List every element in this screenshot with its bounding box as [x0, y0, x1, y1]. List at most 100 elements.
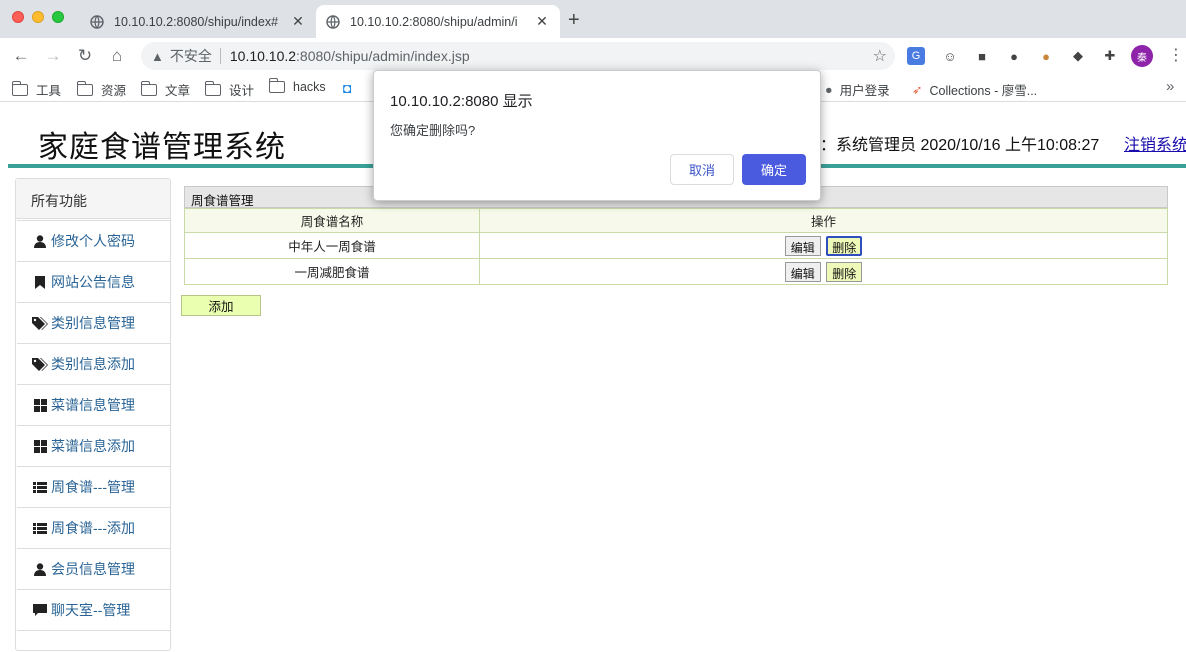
sidebar-heading: 所有功能: [16, 179, 170, 219]
user-icon: [32, 562, 48, 576]
sidebar: 所有功能 修改个人密码 网站公告信息 类别信息管理 类别信息添加 菜谱信息管理 …: [15, 178, 171, 651]
tab-admin[interactable]: 10.10.10.2:8080/shipu/admin/i ✕: [316, 5, 560, 38]
url-path: :8080/shipu/admin/index.jsp: [296, 48, 470, 64]
bookmark-folder[interactable]: hacks: [268, 78, 326, 94]
delete-button[interactable]: 删除: [826, 261, 863, 282]
column-header: 操作: [479, 208, 1168, 233]
tab-index[interactable]: 10.10.10.2:8080/shipu/index# ✕: [80, 5, 316, 38]
puzzle-extensions-icon[interactable]: ✚: [1101, 47, 1119, 65]
page-title: 家庭食谱管理系统: [38, 130, 286, 165]
folder-icon: [204, 80, 221, 96]
bookmark-folder[interactable]: 资源: [76, 80, 126, 99]
sidebar-item-label: 类别信息添加: [51, 356, 135, 372]
tab-title: 10.10.10.2:8080/shipu/admin/i: [350, 14, 518, 29]
user-info: ：系统管理员 2020/10/16 上午10:08:27: [820, 137, 1100, 154]
sidebar-item-member-manage[interactable]: 会员信息管理: [17, 548, 170, 589]
folder-icon: [76, 80, 93, 96]
column-header: 周食谱名称: [184, 208, 480, 233]
table-row: 一周减肥食谱 编辑 删除: [184, 258, 1168, 285]
sidebar-item-category-add[interactable]: 类别信息添加: [17, 343, 170, 384]
sidebar-item-label: 周食谱---添加: [51, 520, 135, 536]
tampermonkey-extension-icon[interactable]: ■: [973, 47, 991, 65]
sidebar-item-label: 修改个人密码: [51, 233, 135, 249]
window-close-button[interactable]: [12, 11, 24, 23]
confirm-button[interactable]: 确定: [742, 154, 806, 185]
logout-link[interactable]: 注销系统: [1124, 131, 1186, 155]
window-zoom-button[interactable]: [52, 11, 64, 23]
menu-kebab-icon[interactable]: ⋮: [1168, 45, 1184, 65]
globe-icon: [326, 14, 340, 29]
sidebar-item-weekly-manage[interactable]: 周食谱---管理: [17, 466, 170, 507]
bookmark-icon: [32, 275, 48, 289]
sidebar-item-recipe-add[interactable]: 菜谱信息添加: [17, 425, 170, 466]
recipe-name-cell: 一周减肥食谱: [184, 258, 480, 285]
tags-icon: [32, 357, 48, 371]
weekly-recipe-table: 周食谱名称 操作 中年人一周食谱 编辑 删除 一周减肥食谱 编辑 删除: [184, 208, 1168, 285]
back-icon[interactable]: ←: [11, 46, 31, 66]
cat-extension-icon[interactable]: ☺: [941, 47, 959, 65]
sidebar-item-label: 会员信息管理: [51, 561, 135, 577]
folder-icon: [140, 80, 157, 96]
folder-icon: [11, 80, 28, 96]
add-button[interactable]: 添加: [181, 295, 261, 316]
url-host: 10.10.10.2: [229, 48, 297, 64]
dialog-title: 10.10.10.2:8080 显示: [390, 93, 533, 110]
browser-toolbar: ← → ↻ ⌂ ▲ 不安全 10.10.10.2:8080/shipu/admi…: [0, 38, 1186, 74]
reload-icon[interactable]: ↻: [75, 46, 95, 66]
sidebar-item-label: 网站公告信息: [51, 274, 135, 290]
sidebar-item-recipe-manage[interactable]: 菜谱信息管理: [17, 384, 170, 425]
globe-icon: ●: [825, 82, 833, 97]
bookmark-folder[interactable]: 工具: [11, 80, 61, 99]
bookmark-link[interactable]: ● 用户登录: [825, 80, 890, 99]
tab-strip: 10.10.10.2:8080/shipu/index# ✕ 10.10.10.…: [0, 0, 1186, 38]
rocket-icon: ➶: [912, 83, 923, 97]
bookmark-star-icon[interactable]: ☆: [873, 46, 887, 66]
actions-cell: 编辑 删除: [479, 232, 1168, 259]
sidebar-item-label: 类别信息管理: [51, 315, 135, 331]
warning-icon[interactable]: ▲: [151, 49, 164, 64]
bookmark-folder[interactable]: 设计: [204, 80, 254, 99]
edit-button[interactable]: 编辑: [784, 261, 821, 282]
sidebar-divider: [17, 630, 170, 631]
sidebar-item-change-password[interactable]: 修改个人密码: [17, 220, 170, 261]
table-header-row: 周食谱名称 操作: [184, 208, 1168, 233]
window-minimize-button[interactable]: [32, 11, 44, 23]
sidebar-item-label: 周食谱---管理: [51, 479, 135, 495]
th-large-icon: [32, 398, 48, 412]
edit-button[interactable]: 编辑: [784, 235, 821, 256]
tags-icon: [32, 316, 48, 330]
sidebar-item-chatroom-manage[interactable]: 聊天室--管理: [17, 589, 170, 630]
tab-close-icon[interactable]: ✕: [290, 13, 306, 30]
th-large-icon: [32, 439, 48, 453]
new-tab-icon[interactable]: +: [568, 9, 580, 32]
insecure-label: 不安全: [169, 48, 212, 64]
address-bar[interactable]: ▲ 不安全 10.10.10.2:8080/shipu/admin/index.…: [141, 42, 895, 70]
table-row: 中年人一周食谱 编辑 删除: [184, 232, 1168, 259]
sidebar-item-announcements[interactable]: 网站公告信息: [17, 261, 170, 302]
delete-button[interactable]: 删除: [826, 235, 863, 256]
sidebar-item-label: 菜谱信息管理: [51, 397, 135, 413]
cube-extension-icon[interactable]: ◆: [1069, 47, 1087, 65]
th-list-icon: [32, 522, 48, 534]
tab-close-icon[interactable]: ✕: [534, 13, 550, 30]
sidebar-item-category-manage[interactable]: 类别信息管理: [17, 302, 170, 343]
cancel-button[interactable]: 取消: [670, 154, 734, 185]
dialog-message: 您确定删除吗?: [390, 123, 476, 138]
more-bookmarks-icon[interactable]: »: [1166, 78, 1174, 95]
home-icon[interactable]: ⌂: [107, 46, 127, 66]
divider: [219, 48, 221, 64]
folder-icon: [268, 78, 285, 93]
bookmark-folder[interactable]: 文章: [140, 80, 190, 99]
actions-cell: 编辑 删除: [479, 258, 1168, 285]
profile-avatar[interactable]: 秦: [1131, 45, 1153, 67]
translate-extension-icon[interactable]: G: [907, 47, 925, 65]
bilibili-bookmark-icon[interactable]: ◘: [343, 80, 351, 96]
recipe-name-cell: 中年人一周食谱: [184, 232, 480, 259]
dots-extension-icon[interactable]: ●: [1005, 47, 1023, 65]
forward-icon[interactable]: →: [43, 46, 63, 66]
cookie-extension-icon[interactable]: ●: [1037, 47, 1055, 65]
sidebar-item-label: 聊天室--管理: [51, 602, 131, 618]
bookmark-link[interactable]: ➶ Collections - 廖雪...: [912, 80, 1037, 99]
sidebar-item-weekly-add[interactable]: 周食谱---添加: [17, 507, 170, 548]
th-list-icon: [32, 481, 48, 493]
